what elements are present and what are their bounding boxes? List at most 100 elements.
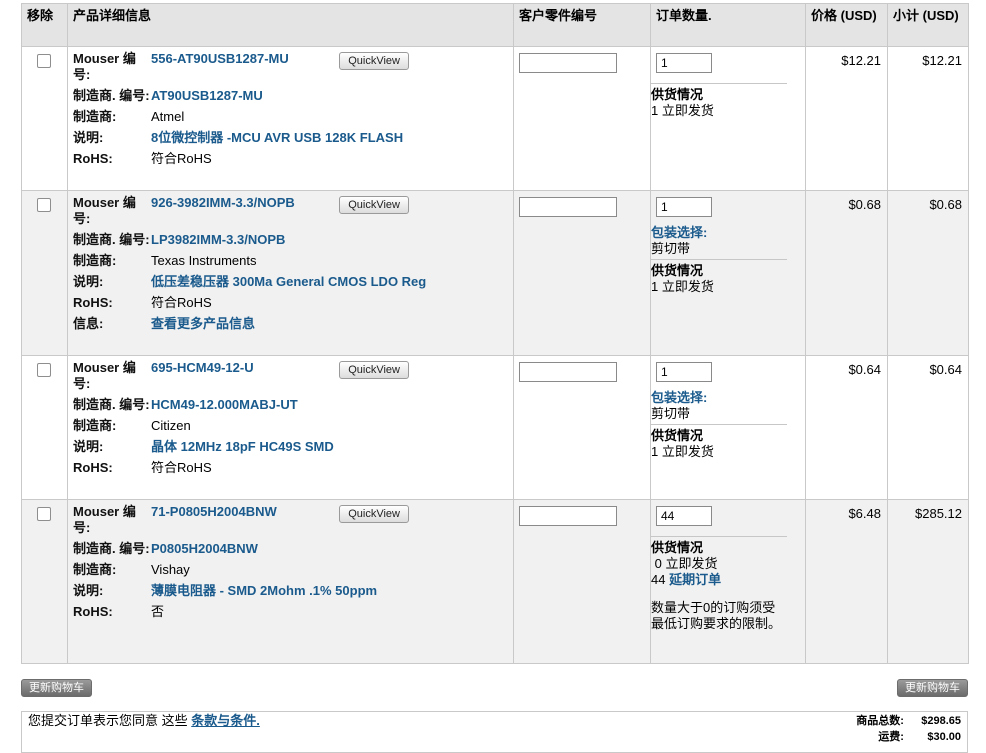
availability-label: 供货情况 [651,263,704,278]
line-subtotal: $0.68 [887,190,969,356]
mouser-part-link[interactable]: 695-HCM49-12-U [151,360,254,392]
customer-part-input[interactable] [519,362,617,382]
mfr-part-link[interactable]: P0805H2004BNW [151,541,258,557]
cart-table: 移除 产品详细信息 客户零件编号 订单数量. 价格 (USD) 小计 (USD)… [21,3,969,664]
mfr-no-label: 制造商. 编号: [73,397,150,412]
availability-label: 供货情况 [651,428,704,443]
unit-price: $12.21 [805,46,888,191]
mouser-part-link[interactable]: 71-P0805H2004BNW [151,504,277,536]
packaging-link[interactable]: 包装选择: [651,225,787,241]
desc-label: 说明: [73,583,104,598]
mfr-label: 制造商: [73,418,117,433]
remove-checkbox[interactable] [37,198,51,212]
backorder-link[interactable]: 延期订单 [669,572,721,587]
mfr-value: Atmel [151,109,185,124]
rohs-value: 符合RoHS [151,295,212,310]
customer-part-input[interactable] [519,53,617,73]
remove-checkbox[interactable] [37,54,51,68]
availability-value: 1 立即发货 [651,279,714,294]
product-details: Mouser 编号: 556-AT90USB1287-MU QuickView 制… [67,46,514,191]
customer-part-input[interactable] [519,197,617,217]
availability-label: 供货情况 [651,87,704,102]
header-quantity: 订单数量. [650,3,806,47]
packaging-value: 剪切带 [651,241,787,260]
rohs-value: 符合RoHS [151,151,212,166]
availability-value: 1 立即发货 [651,444,714,459]
mfr-no-label: 制造商. 编号: [73,541,150,556]
mouser-part-link[interactable]: 926-3982IMM-3.3/NOPB [151,195,295,227]
cart-row: Mouser 编号: 926-3982IMM-3.3/NOPB QuickView… [21,190,969,356]
update-cart-button-right[interactable]: 更新购物车 [897,679,968,697]
mfr-value: Vishay [151,562,190,577]
mouser-no-label: Mouser 编号: [73,51,136,82]
mfr-part-link[interactable]: HCM49-12.000MABJ-UT [151,397,298,413]
mfr-no-label: 制造商. 编号: [73,88,150,103]
mfr-label: 制造商: [73,109,117,124]
backorder-count: 44 [651,572,666,587]
header-remove: 移除 [21,3,68,47]
quantity-input[interactable]: 1 [656,197,712,217]
product-details: Mouser 编号: 926-3982IMM-3.3/NOPB QuickView… [67,190,514,356]
terms-link[interactable]: 条款与条件. [191,713,260,728]
cart-row: Mouser 编号: 556-AT90USB1287-MU QuickView 制… [21,46,969,191]
desc-link[interactable]: 低压差稳压器 300Ma General CMOS LDO Reg [151,274,426,290]
cart-row: Mouser 编号: 71-P0805H2004BNW QuickView 制造商… [21,499,969,664]
availability-label: 供货情况 [651,540,704,555]
desc-link[interactable]: 薄膜电阻器 - SMD 2Mohm .1% 50ppm [151,583,377,599]
quickview-button[interactable]: QuickView [339,505,409,523]
header-price: 价格 (USD) [805,3,888,47]
desc-label: 说明: [73,274,104,289]
header-customer-part: 客户零件编号 [513,3,651,47]
mfr-label: 制造商: [73,562,117,577]
remove-checkbox[interactable] [37,363,51,377]
quantity-input[interactable]: 44 [656,506,712,526]
rohs-label: RoHS: [73,604,113,619]
order-footer: 您提交订单表示您同意 这些 条款与条件. 商品总数: $298.65 运费: $… [21,711,968,753]
product-details: Mouser 编号: 71-P0805H2004BNW QuickView 制造商… [67,499,514,664]
rohs-label: RoHS: [73,460,113,475]
unit-price: $0.64 [805,355,888,500]
min-order-note: 数量大于0的订购须受最低订购要求的限制。 [651,600,782,631]
cart-header-row: 移除 产品详细信息 客户零件编号 订单数量. 价格 (USD) 小计 (USD) [21,3,969,47]
more-info-link[interactable]: 查看更多产品信息 [151,316,255,332]
mouser-no-label: Mouser 编号: [73,195,136,226]
total-value: $298.65 [921,715,961,727]
info-label: 信息: [73,316,104,331]
mfr-part-link[interactable]: LP3982IMM-3.3/NOPB [151,232,285,248]
update-cart-button[interactable]: 更新购物车 [21,679,92,697]
customer-part-input[interactable] [519,506,617,526]
mfr-part-link[interactable]: AT90USB1287-MU [151,88,263,104]
rohs-value: 否 [151,604,165,619]
shipping-label: 运费: [878,731,904,743]
desc-link[interactable]: 8位微控制器 -MCU AVR USB 128K FLASH [151,130,403,146]
rohs-label: RoHS: [73,295,113,310]
desc-label: 说明: [73,439,104,454]
unit-price: $6.48 [805,499,888,664]
remove-checkbox[interactable] [37,507,51,521]
desc-link[interactable]: 晶体 12MHz 18pF HC49S SMD [151,439,334,455]
packaging-value: 剪切带 [651,406,787,425]
quantity-input[interactable]: 1 [656,362,712,382]
availability-value: 0 立即发货 [651,556,718,571]
rohs-label: RoHS: [73,151,113,166]
packaging-link[interactable]: 包装选择: [651,390,787,406]
quickview-button[interactable]: QuickView [339,196,409,214]
line-subtotal: $12.21 [887,46,969,191]
mouser-no-label: Mouser 编号: [73,360,136,391]
availability-value: 1 立即发货 [651,103,714,118]
quantity-input[interactable]: 1 [656,53,712,73]
desc-label: 说明: [73,130,104,145]
mfr-value: Citizen [151,418,191,433]
order-totals: 商品总数: $298.65 运费: $30.00 [834,713,961,745]
unit-price: $0.68 [805,190,888,356]
header-subtotal: 小计 (USD) [887,3,969,47]
mouser-part-link[interactable]: 556-AT90USB1287-MU [151,51,289,83]
mfr-value: Texas Instruments [151,253,257,268]
mfr-label: 制造商: [73,253,117,268]
quickview-button[interactable]: QuickView [339,52,409,70]
total-label: 商品总数: [856,715,904,727]
cart-row: Mouser 编号: 695-HCM49-12-U QuickView 制造商. … [21,355,969,500]
quickview-button[interactable]: QuickView [339,361,409,379]
product-details: Mouser 编号: 695-HCM49-12-U QuickView 制造商. … [67,355,514,500]
line-subtotal: $285.12 [887,499,969,664]
